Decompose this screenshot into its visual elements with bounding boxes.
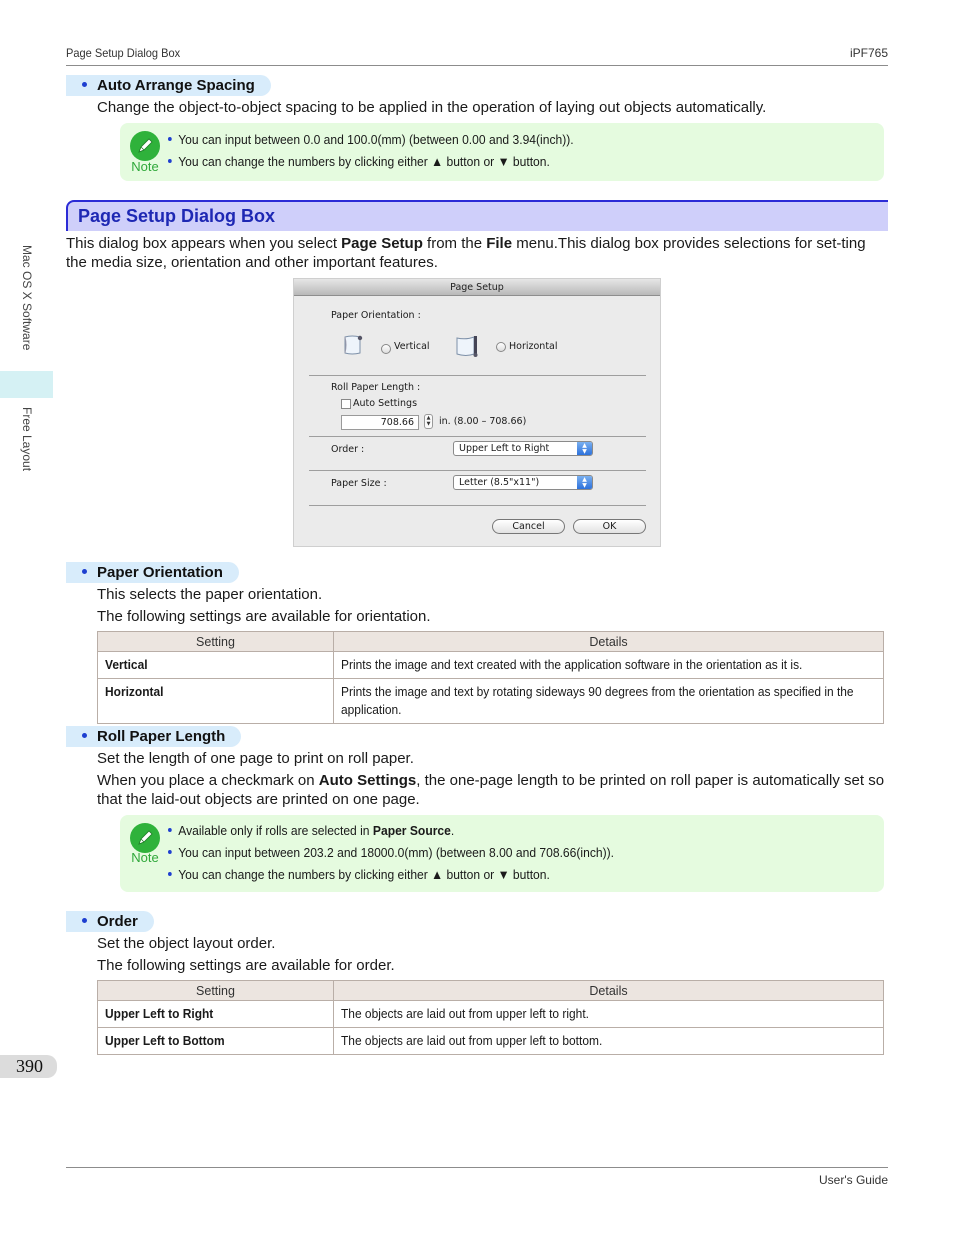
vertical-paper-icon (342, 334, 364, 361)
details-cell: The objects are laid out from upper left… (333, 1000, 884, 1028)
bullet-icon (82, 732, 87, 738)
table-row: Upper Left to Bottom The objects are lai… (97, 1027, 884, 1055)
order-select[interactable]: Upper Left to Right ▲ ▼ (453, 441, 593, 456)
note-list: Available only if rolls are selected in … (168, 820, 648, 886)
vertical-radio[interactable] (381, 344, 391, 354)
auto-settings-label: Auto Settings (353, 398, 418, 409)
dialog-separator (309, 375, 646, 376)
horizontal-paper-icon (454, 334, 480, 361)
running-header: Page Setup Dialog Box iPF765 (66, 45, 888, 66)
horizontal-radio[interactable] (496, 342, 506, 352)
details-cell: Prints the image and text by rotating si… (333, 678, 884, 724)
auto-arrange-description: Change the object-to-object spacing to b… (97, 99, 767, 116)
ok-button[interactable]: OK (573, 519, 646, 534)
order-text-2: The following settings are available for… (97, 957, 395, 974)
vertical-label: Vertical (394, 341, 430, 352)
section-heading: Page Setup Dialog Box (66, 200, 888, 231)
item-heading-order: Order (66, 911, 154, 932)
paper-size-label: Paper Size : (331, 478, 387, 489)
orientation-label: Paper Orientation : (331, 310, 421, 321)
dialog-separator (309, 505, 646, 506)
paper-orientation-text-1: This selects the paper orientation. (97, 586, 323, 603)
bullet-icon (82, 81, 87, 87)
table-row: Upper Left to Right The objects are laid… (97, 1000, 884, 1028)
note-label: Note (131, 159, 159, 174)
note-item: You can change the numbers by clicking e… (168, 864, 614, 886)
note-item: You can input between 0.0 and 100.0(mm) … (168, 129, 574, 151)
length-stepper[interactable]: ▲ ▼ (424, 414, 433, 429)
dialog-separator (309, 436, 646, 437)
paper-orientation-text-2: The following settings are available for… (97, 608, 431, 625)
paper-size-select[interactable]: Letter (8.5"x11") ▲ ▼ (453, 475, 593, 490)
roll-length-input[interactable]: 708.66 (341, 415, 419, 430)
item-heading-paper-orientation: Paper Orientation (66, 562, 239, 583)
bullet-icon (82, 917, 87, 923)
header-section-title: Page Setup Dialog Box (66, 46, 181, 60)
roll-paper-length-label: Roll Paper Length : (331, 382, 421, 393)
table-row: Horizontal Prints the image and text by … (97, 678, 884, 724)
note-label: Note (131, 850, 159, 865)
column-header-details: Details (333, 980, 884, 1001)
popup-arrows-icon: ▲ ▼ (577, 442, 592, 455)
details-cell: Prints the image and text created with t… (333, 651, 884, 679)
note-pencil-icon (130, 131, 160, 161)
note-item: You can change the numbers by clicking e… (168, 151, 574, 173)
page-number: 390 (0, 1055, 57, 1078)
orientation-table: Setting Details Vertical Prints the imag… (97, 631, 884, 724)
column-header-setting: Setting (97, 631, 334, 652)
header-model-name: iPF765 (849, 46, 888, 60)
note-item: You can input between 203.2 and 18000.0(… (168, 842, 614, 864)
footer-guide-title: User's Guide (819, 1173, 888, 1187)
popup-arrows-icon: ▲ ▼ (577, 476, 592, 489)
table-header-row: Setting Details (97, 631, 884, 652)
note-pencil-icon (130, 823, 160, 853)
running-footer: User's Guide (66, 1167, 888, 1187)
roll-paper-text-2: When you place a checkmark on Auto Setti… (97, 772, 885, 808)
side-tab-free-layout[interactable]: Free Layout (20, 407, 34, 471)
setting-cell: Upper Left to Bottom (97, 1027, 334, 1055)
cancel-button[interactable]: Cancel (492, 519, 565, 534)
order-text-1: Set the object layout order. (97, 935, 276, 952)
details-cell: The objects are laid out from upper left… (333, 1027, 884, 1055)
item-heading-roll-paper-length: Roll Paper Length (66, 726, 242, 747)
note-box-auto-arrange: Note You can input between 0.0 and 100.0… (120, 123, 884, 181)
column-header-setting: Setting (97, 980, 334, 1001)
note-box-roll-paper: Note Available only if rolls are selecte… (120, 815, 884, 892)
page-setup-dialog: Page Setup Paper Orientation : Vertical … (293, 278, 661, 547)
side-tab-mac-os-x-software[interactable]: Mac OS X Software (20, 245, 34, 350)
setting-cell: Horizontal (97, 678, 334, 724)
note-item: Available only if rolls are selected in … (168, 820, 614, 842)
table-row: Vertical Prints the image and text creat… (97, 651, 884, 679)
order-table: Setting Details Upper Left to Right The … (97, 980, 884, 1055)
setting-cell: Vertical (97, 651, 334, 679)
horizontal-label: Horizontal (509, 341, 558, 352)
item-heading-auto-arrange-spacing: Auto Arrange Spacing (66, 75, 271, 96)
setting-cell: Upper Left to Right (97, 1000, 334, 1028)
side-tab-highlight (0, 371, 53, 398)
dialog-separator (309, 470, 646, 471)
auto-settings-checkbox[interactable] (341, 399, 351, 409)
column-header-details: Details (333, 631, 884, 652)
bullet-icon (82, 568, 87, 574)
table-header-row: Setting Details (97, 980, 884, 1001)
note-list: You can input between 0.0 and 100.0(mm) … (168, 129, 604, 173)
length-range-label: in. (8.00 – 708.66) (439, 416, 527, 427)
dialog-title: Page Setup (294, 279, 660, 296)
order-label: Order : (331, 444, 365, 455)
roll-paper-text-1: Set the length of one page to print on r… (97, 750, 414, 767)
section-intro: This dialog box appears when you select … (66, 235, 866, 271)
